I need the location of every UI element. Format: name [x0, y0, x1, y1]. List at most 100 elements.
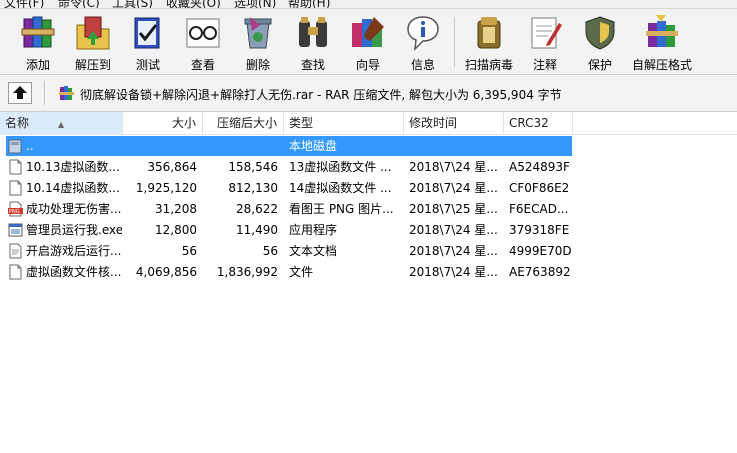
text-file-icon — [9, 243, 22, 259]
delete-recycle-icon — [244, 17, 272, 49]
protect-button[interactable]: 保护 — [574, 13, 626, 73]
comment-button[interactable]: 注释 — [519, 13, 571, 73]
up-folder-button[interactable] — [8, 82, 32, 104]
test-button[interactable]: 测试 — [122, 13, 174, 73]
view-button[interactable]: 查看 — [177, 13, 229, 73]
file-icon — [9, 264, 22, 280]
file-crc: AE763892 — [509, 265, 571, 279]
file-type: 本地磁盘 — [289, 139, 338, 153]
file-modified: 2018\7\25 星... — [409, 202, 498, 216]
find-button[interactable]: 查找 — [287, 13, 339, 73]
file-modified: 2018\7\24 星... — [409, 160, 498, 174]
column-name-label: 名称 — [5, 116, 30, 130]
menu-file[interactable]: 文件(F) — [4, 0, 44, 8]
png-file-icon: PNG — [8, 201, 23, 217]
menu-bar: 文件(F) 命令(C) 工具(S) 收藏夹(O) 选项(N) 帮助(H) — [0, 0, 737, 9]
column-crc-label: CRC32 — [509, 116, 549, 130]
extract-to-label: 解压到 — [74, 58, 111, 72]
file-row[interactable]: 管理员运行我.exe 12,800 11,490 应用程序 2018\7\24 … — [0, 220, 737, 241]
file-row[interactable]: 开启游戏后运行... 56 56 文本文档 2018\7\24 星... 499… — [0, 241, 737, 262]
file-type: 看图王 PNG 图片... — [289, 202, 394, 216]
toolbar-grip — [44, 81, 46, 105]
info-label: 信息 — [410, 58, 435, 72]
info-button[interactable]: 信息 — [397, 13, 449, 73]
file-name: 开启游戏后运行... — [26, 244, 122, 258]
file-name: 10.14虚拟函数... — [26, 181, 120, 195]
delete-button[interactable]: 删除 — [232, 13, 284, 73]
column-header-crc[interactable]: CRC32 — [504, 112, 573, 135]
column-header-size[interactable]: 大小 — [123, 112, 203, 135]
file-size: 31,208 — [155, 202, 197, 216]
column-header-name[interactable]: 名称 ▲ — [0, 112, 123, 135]
sfx-label: 自解压格式 — [631, 58, 692, 72]
file-size: 56 — [181, 244, 197, 258]
info-icon — [407, 16, 439, 52]
file-crc: 4999E70D — [509, 244, 572, 258]
svg-text:PNG: PNG — [9, 209, 20, 215]
rar-archive-icon — [59, 86, 74, 100]
file-size: 356,864 — [147, 160, 197, 174]
file-modified: 2018\7\24 星... — [409, 244, 498, 258]
column-modified-label: 修改时间 — [409, 116, 458, 130]
extract-to-button[interactable]: 解压到 — [67, 13, 119, 73]
menu-commands[interactable]: 命令(C) — [58, 0, 100, 8]
test-check-icon — [134, 17, 160, 49]
virus-scan-button[interactable]: 扫描病毒 — [460, 13, 518, 73]
up-arrow-icon — [13, 86, 27, 99]
virus-scan-label: 扫描病毒 — [464, 58, 513, 72]
file-size: 1,925,120 — [135, 181, 197, 195]
wizard-icon — [352, 17, 384, 47]
file-packed-size: 11,490 — [236, 223, 278, 237]
find-label: 查找 — [300, 58, 325, 72]
menu-favorites[interactable]: 收藏夹(O) — [166, 0, 221, 8]
file-row[interactable]: 10.14虚拟函数... 1,925,120 812,130 14虚拟函数文件 … — [0, 178, 737, 199]
column-header-packed[interactable]: 压缩后大小 — [203, 112, 284, 135]
virus-scan-icon — [477, 17, 501, 49]
wizard-button[interactable]: 向导 — [342, 13, 394, 73]
exe-file-icon — [8, 223, 23, 237]
file-size: 12,800 — [155, 223, 197, 237]
file-crc: F6ECAD... — [509, 202, 569, 216]
file-modified: 2018\7\24 星... — [409, 265, 498, 279]
file-type: 应用程序 — [289, 223, 338, 237]
file-packed-size: 56 — [262, 244, 278, 258]
add-button[interactable]: 添加 — [12, 13, 64, 73]
path-bar: 彻底解设备锁+解除闪退+解除打人无伤.rar - RAR 压缩文件, 解包大小为… — [0, 75, 737, 112]
toolbar: 添加 解压到 测试 查看 删除 查找 向导 信息 扫描病毒 注释 保护 自解压格… — [0, 9, 737, 75]
file-type: 文件 — [289, 265, 314, 279]
file-icon — [9, 159, 22, 175]
file-crc: A524893F — [509, 160, 570, 174]
file-row[interactable]: PNG 成功处理无伤害... 31,208 28,622 看图王 PNG 图片.… — [0, 199, 737, 220]
toolbar-separator — [454, 17, 455, 67]
file-row-parent[interactable]: .. 本地磁盘 — [0, 136, 737, 157]
file-name: 10.13虚拟函数... — [26, 160, 120, 174]
file-row[interactable]: 虚拟函数文件核... 4,069,856 1,836,992 文件 2018\7… — [0, 262, 737, 283]
file-list-header: 名称 ▲ 大小 压缩后大小 类型 修改时间 CRC32 — [0, 112, 737, 135]
comment-note-icon — [531, 17, 562, 49]
file-packed-size: 812,130 — [228, 181, 278, 195]
sort-ascending-icon: ▲ — [58, 120, 65, 129]
view-glasses-icon — [186, 18, 220, 48]
file-packed-size: 1,836,992 — [216, 265, 278, 279]
archive-path: 彻底解设备锁+解除闪退+解除打人无伤.rar - RAR 压缩文件, 解包大小为… — [80, 88, 562, 102]
menu-options[interactable]: 选项(N) — [234, 0, 276, 8]
file-row[interactable]: 10.13虚拟函数... 356,864 158,546 13虚拟函数文件 ..… — [0, 157, 737, 178]
add-label: 添加 — [25, 58, 50, 72]
extract-folder-icon — [76, 16, 110, 50]
column-header-modified[interactable]: 修改时间 — [404, 112, 504, 135]
file-type: 文本文档 — [289, 244, 338, 258]
sfx-button[interactable]: 自解压格式 — [630, 13, 694, 73]
file-crc: CF0F86E2 — [509, 181, 570, 195]
delete-label: 删除 — [245, 58, 270, 72]
column-header-type[interactable]: 类型 — [284, 112, 404, 135]
file-size: 4,069,856 — [135, 265, 197, 279]
file-packed-size: 158,546 — [228, 160, 278, 174]
file-type: 13虚拟函数文件 ... — [289, 160, 392, 174]
column-packed-label: 压缩后大小 — [216, 116, 277, 130]
protect-shield-icon — [585, 16, 615, 50]
menu-help[interactable]: 帮助(H) — [288, 0, 330, 8]
menu-tools[interactable]: 工具(S) — [112, 0, 153, 8]
wizard-label: 向导 — [355, 58, 380, 72]
file-name: 成功处理无伤害... — [26, 202, 122, 216]
column-size-label: 大小 — [171, 116, 196, 130]
